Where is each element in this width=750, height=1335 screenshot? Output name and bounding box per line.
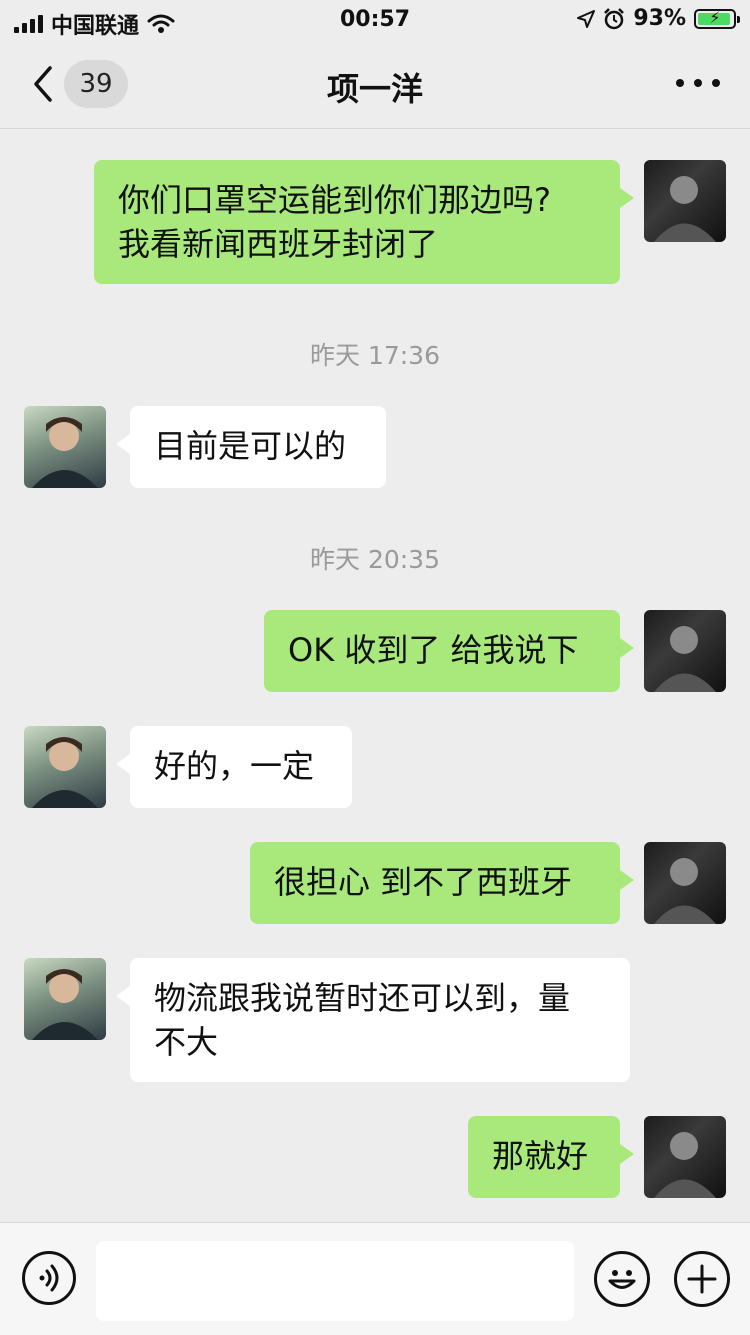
input-bar (0, 1222, 750, 1335)
emoji-icon (608, 1270, 636, 1289)
battery-icon: ⚡ (694, 8, 740, 29)
emoji-button[interactable] (594, 1251, 650, 1307)
alarm-icon (604, 7, 625, 29)
message-text: OK 收到了 给我说下 (288, 631, 579, 669)
self-avatar[interactable] (644, 160, 726, 242)
message-text: 目前是可以的 (154, 427, 347, 465)
message-bubble-outgoing[interactable]: 那就好 (468, 1116, 634, 1198)
self-avatar[interactable] (644, 1116, 726, 1198)
status-bar: 中国联通 00:57 93% ⚡ (0, 0, 750, 40)
voice-icon (39, 1264, 59, 1292)
message-bubble-incoming[interactable]: 目前是可以的 (116, 406, 386, 488)
self-avatar[interactable] (644, 842, 726, 924)
contact-avatar[interactable] (24, 726, 106, 808)
message-text: 我看新闻西班牙封闭了 (118, 225, 439, 263)
message-bubble-outgoing[interactable]: 很担心 到不了西班牙 (250, 842, 634, 924)
message-text: 你们口罩空运能到你们那边吗? (118, 181, 551, 219)
message-text: 物流跟我说暂时还可以到，量 (154, 979, 571, 1017)
voice-button[interactable] (22, 1251, 76, 1305)
message-text: 不大 (154, 1023, 219, 1061)
plus-icon (687, 1264, 717, 1294)
message-bubble-incoming[interactable]: 物流跟我说暂时还可以到，量 不大 (116, 958, 630, 1082)
message-input[interactable] (96, 1241, 574, 1321)
message-bubble-incoming[interactable]: 好的，一定 (116, 726, 352, 808)
message-timestamp: 昨天 20:35 (310, 545, 440, 574)
message-text: 很担心 到不了西班牙 (274, 863, 573, 901)
contact-avatar[interactable] (24, 958, 106, 1040)
nav-bar: 39 项一洋 (0, 40, 750, 129)
more-dot-icon (712, 79, 720, 87)
chat-title: 项一洋 (326, 70, 423, 108)
message-text: 好的，一定 (154, 747, 315, 785)
message-bubble-outgoing[interactable]: OK 收到了 给我说下 (264, 610, 634, 692)
more-dot-icon (694, 79, 702, 87)
status-right: 93% ⚡ (577, 6, 740, 31)
self-avatar[interactable] (644, 610, 726, 692)
more-actions-button[interactable] (674, 1251, 730, 1307)
message-text: 那就好 (492, 1137, 589, 1175)
message-timestamp: 昨天 17:36 (310, 341, 440, 370)
battery-percent: 93% (633, 6, 686, 31)
more-button[interactable] (676, 68, 720, 98)
location-icon (577, 9, 596, 28)
message-bubble-outgoing[interactable]: 你们口罩空运能到你们那边吗? 我看新闻西班牙封闭了 (94, 160, 634, 284)
more-dot-icon (676, 79, 684, 87)
contact-avatar[interactable] (24, 406, 106, 488)
